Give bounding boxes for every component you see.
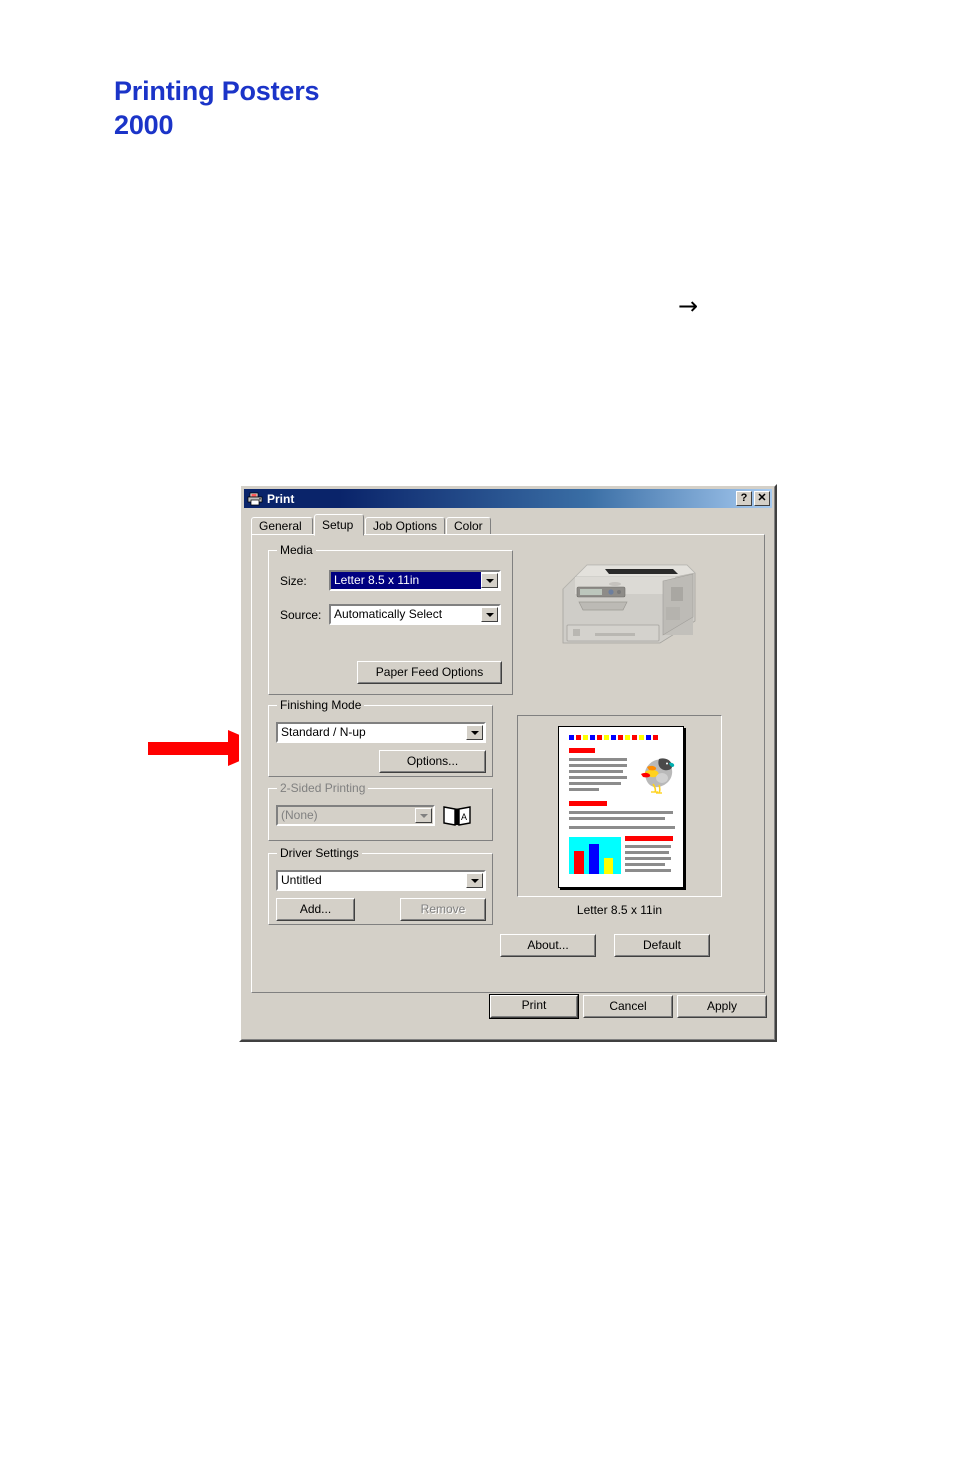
bird-photo <box>641 758 675 794</box>
size-label: Size: <box>280 574 307 588</box>
preview-headline-bar <box>569 748 595 753</box>
preview-headline-bar-3 <box>625 836 673 841</box>
print-dialog: Print ? ✕ General Setup Job Options Colo… <box>239 484 777 1042</box>
source-label: Source: <box>280 608 322 622</box>
tabstrip: General Setup Job Options Color <box>251 514 765 536</box>
paper-size-value: Letter 8.5 x 11in <box>331 572 481 589</box>
page-title-line2: 2000 <box>114 110 174 140</box>
printer-illustration <box>562 564 696 644</box>
setup-tab-page: Media Size: Letter 8.5 x 11in Source: Au… <box>251 534 765 993</box>
driver-settings-group-label: Driver Settings <box>277 846 362 860</box>
driver-settings-value: Untitled <box>281 873 322 887</box>
tab-setup[interactable]: Setup <box>314 514 364 536</box>
about-button[interactable]: About... <box>500 934 596 957</box>
finishing-mode-group: Finishing Mode Standard / N-up Options..… <box>268 698 493 777</box>
paper-feed-options-button[interactable]: Paper Feed Options <box>357 661 502 684</box>
page-title: Printing Posters 2000 <box>114 74 320 142</box>
paper-source-value: Automatically Select <box>334 607 443 621</box>
printer-icon <box>247 492 263 505</box>
preview-chart <box>569 837 621 874</box>
print-preview-page <box>558 726 684 888</box>
svg-text:A: A <box>461 812 467 822</box>
two-sided-value: (None) <box>281 808 318 822</box>
page-title-line1: Printing Posters <box>114 76 320 106</box>
paper-size-combo[interactable]: Letter 8.5 x 11in <box>329 570 501 591</box>
preview-color-swatches <box>569 735 658 740</box>
remove-driver-setting-button: Remove <box>400 898 486 921</box>
driver-settings-group: Driver Settings Untitled Add... Remove <box>268 846 493 925</box>
help-button[interactable]: ? <box>736 491 752 506</box>
dialog-inner-frame: Print ? ✕ General Setup Job Options Colo… <box>241 486 775 1040</box>
two-sided-printing-group: 2-Sided Printing (None) A <box>268 781 493 841</box>
two-sided-group-label: 2-Sided Printing <box>277 781 369 795</box>
preview-headline-bar-2 <box>569 801 607 806</box>
tab-general[interactable]: General <box>251 517 313 535</box>
finishing-options-button[interactable]: Options... <box>379 750 486 773</box>
finishing-mode-combo[interactable]: Standard / N-up <box>276 722 486 743</box>
paper-source-combo[interactable]: Automatically Select <box>329 604 501 625</box>
chevron-down-icon[interactable] <box>481 607 498 622</box>
open-book-icon[interactable]: A <box>442 803 472 828</box>
default-button[interactable]: Default <box>614 934 710 957</box>
right-arrow-icon: → <box>678 292 699 320</box>
finishing-mode-group-label: Finishing Mode <box>277 698 365 712</box>
tab-job-options[interactable]: Job Options <box>365 517 445 535</box>
print-preview-frame <box>517 715 722 897</box>
finishing-mode-value: Standard / N-up <box>281 725 366 739</box>
preview-caption: Letter 8.5 x 11in <box>576 903 663 917</box>
chevron-down-icon[interactable] <box>466 873 483 888</box>
add-driver-setting-button[interactable]: Add... <box>276 898 355 921</box>
media-group-label: Media <box>277 543 316 557</box>
chevron-down-icon <box>415 808 432 823</box>
print-button[interactable]: Print <box>489 994 579 1019</box>
two-sided-combo: (None) <box>276 805 435 826</box>
media-group: Media Size: Letter 8.5 x 11in Source: Au… <box>268 543 513 695</box>
apply-button[interactable]: Apply <box>677 995 767 1018</box>
dialog-title: Print <box>267 491 295 506</box>
driver-settings-combo[interactable]: Untitled <box>276 870 486 891</box>
cancel-button[interactable]: Cancel <box>583 995 673 1018</box>
close-button[interactable]: ✕ <box>754 491 770 506</box>
tab-color[interactable]: Color <box>446 517 491 535</box>
chevron-down-icon[interactable] <box>466 725 483 740</box>
chevron-down-icon[interactable] <box>481 573 498 588</box>
dialog-titlebar: Print ? ✕ <box>244 489 772 508</box>
